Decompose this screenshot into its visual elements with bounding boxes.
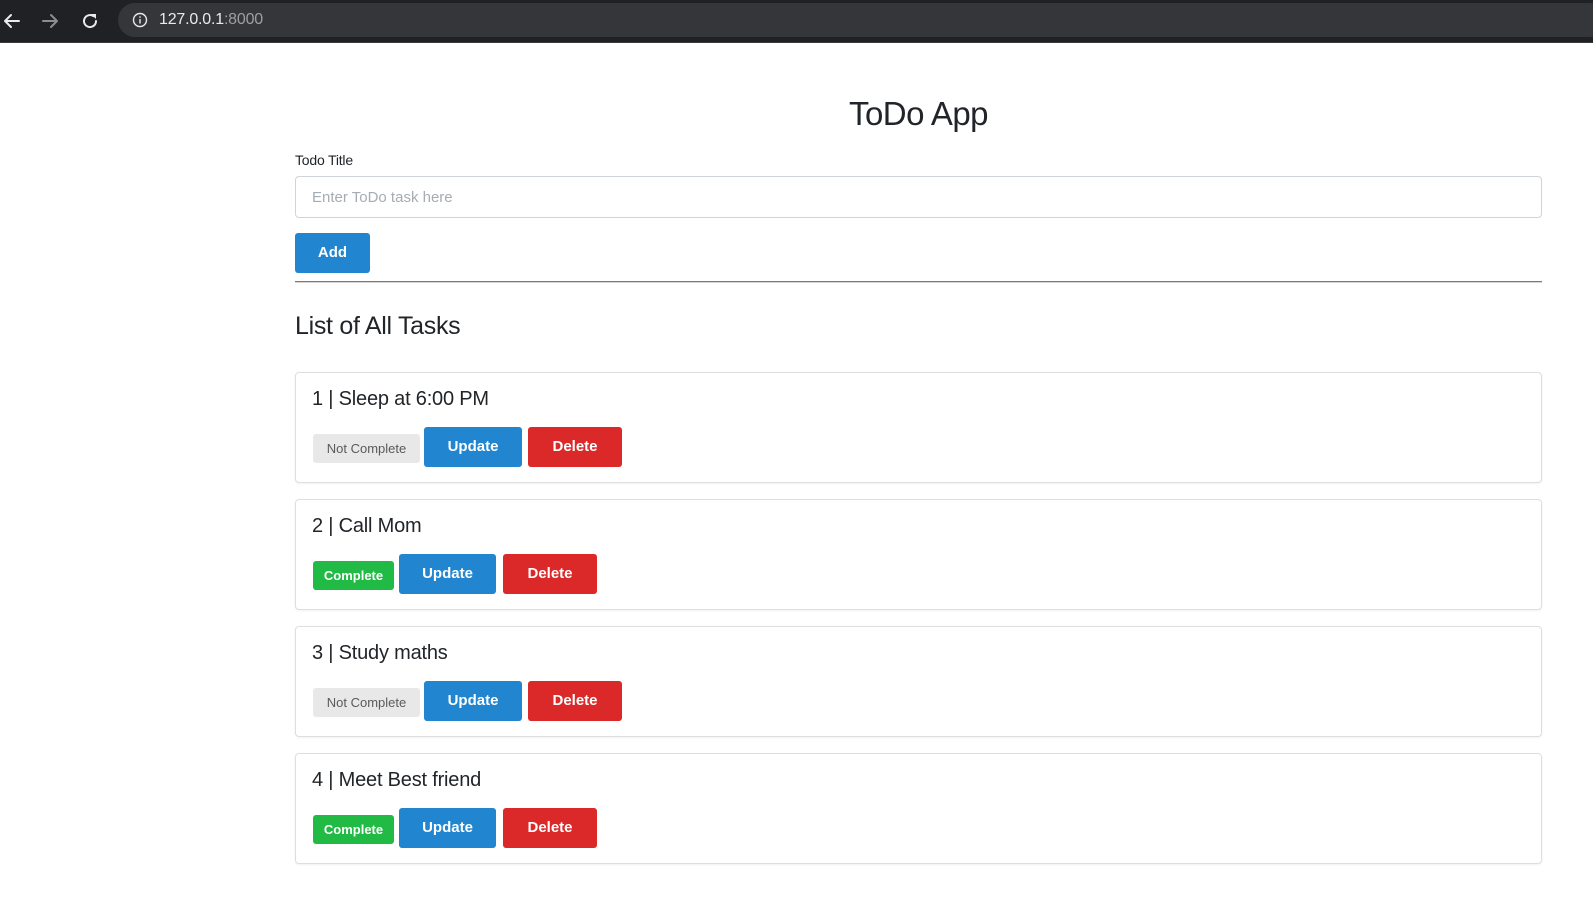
todo-title-label: Todo Title — [295, 152, 353, 168]
divider — [295, 281, 1542, 283]
arrow-right-icon — [42, 14, 58, 28]
task-title: 1 | Sleep at 6:00 PM — [312, 388, 489, 410]
task-title: 2 | Call Mom — [312, 515, 422, 537]
task-card: 3 | Study maths Not Complete Update Dele… — [295, 626, 1542, 737]
task-card: 1 | Sleep at 6:00 PM Not Complete Update… — [295, 372, 1542, 483]
status-badge: Not Complete — [313, 688, 420, 717]
delete-button[interactable]: Delete — [528, 427, 622, 467]
delete-button[interactable]: Delete — [528, 681, 622, 721]
info-icon[interactable] — [132, 12, 148, 28]
task-card: 2 | Call Mom Complete Update Delete — [295, 499, 1542, 610]
task-title: 3 | Study maths — [312, 642, 448, 664]
address-bar[interactable]: 127.0.0.1:8000 — [118, 3, 1593, 37]
status-badge: Complete — [313, 561, 394, 590]
todo-title-input[interactable] — [295, 176, 1542, 218]
status-badge: Complete — [313, 815, 394, 844]
delete-button[interactable]: Delete — [503, 808, 597, 848]
url-text[interactable]: 127.0.0.1:8000 — [159, 11, 263, 29]
update-button[interactable]: Update — [424, 681, 522, 721]
task-card: 4 | Meet Best friend Complete Update Del… — [295, 753, 1542, 864]
status-badge: Not Complete — [313, 434, 420, 463]
back-button[interactable] — [0, 6, 27, 36]
task-title: 4 | Meet Best friend — [312, 769, 482, 791]
arrow-left-icon — [4, 14, 20, 28]
forward-button[interactable] — [35, 6, 65, 36]
list-heading: List of All Tasks — [295, 312, 461, 340]
update-button[interactable]: Update — [399, 554, 496, 594]
delete-button[interactable]: Delete — [503, 554, 597, 594]
browser-toolbar: 127.0.0.1:8000 — [0, 0, 1593, 43]
url-port: :8000 — [223, 11, 263, 28]
reload-icon — [83, 14, 98, 29]
add-button[interactable]: Add — [295, 233, 370, 273]
update-button[interactable]: Update — [399, 808, 496, 848]
update-button[interactable]: Update — [424, 427, 522, 467]
page-title: ToDo App — [848, 95, 989, 132]
reload-button[interactable] — [75, 6, 105, 36]
url-host: 127.0.0.1 — [159, 11, 224, 28]
